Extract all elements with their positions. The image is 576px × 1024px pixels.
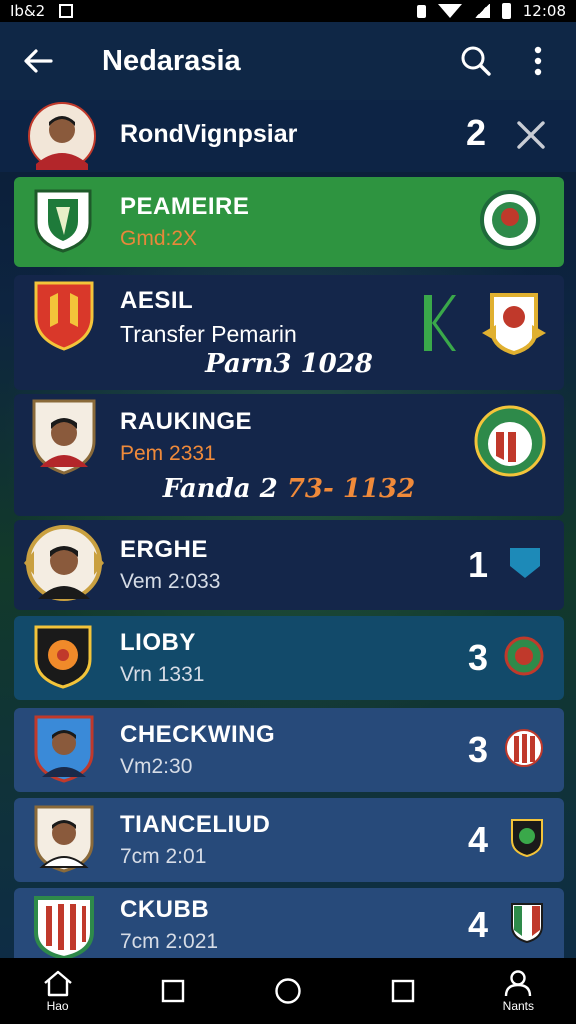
list-item[interactable]: CHECKWING Vm2:30 3 — [14, 708, 564, 792]
nav-overview-button[interactable] — [363, 979, 443, 1003]
app-bar: Nedarasia — [0, 22, 576, 100]
list-item-name: LIOBY — [120, 629, 196, 656]
header-player-row[interactable]: RondVignpsiar 2 — [0, 100, 576, 172]
signal-icon — [473, 4, 490, 18]
list-item-name: TIANCELIUD — [120, 811, 271, 838]
list-item-name: CHECKWING — [120, 721, 276, 748]
home-icon — [43, 970, 72, 997]
player-avatar — [34, 803, 94, 877]
club-crest — [34, 623, 92, 693]
list-item[interactable]: LIOBY Vrn 1331 3 — [14, 616, 564, 700]
list-item-name: CKUBB — [120, 896, 210, 923]
list-item-text: AESIL Transfer Pemarin — [120, 287, 297, 348]
list-item-count: 3 — [467, 729, 488, 770]
list-item-text: RAUKINGE Pem 2331 — [120, 408, 252, 466]
header-player-count: 2 — [466, 112, 487, 153]
nav-profile[interactable]: Nants — [478, 969, 558, 1013]
search-button[interactable] — [456, 41, 496, 81]
list-item-subtitle: Gmd:2X — [120, 227, 198, 250]
list-item-count: 1 — [467, 544, 488, 585]
wifi-icon — [437, 4, 462, 18]
list-item[interactable]: AESIL Transfer Pemarin Parn3 1028 — [14, 275, 564, 390]
list-item-count: 4 — [467, 904, 488, 945]
club-badge-k — [422, 293, 456, 357]
notification-icon — [59, 4, 74, 18]
club-badge — [504, 636, 544, 680]
nav-recents-button[interactable] — [133, 979, 213, 1003]
list-item-name: ERGHE — [120, 536, 208, 563]
list-item-count: 4 — [467, 819, 488, 860]
list-item-subtitle: 7cm 2:01 — [120, 845, 207, 868]
club-badge — [482, 289, 546, 359]
nav-home-label: Hao — [46, 999, 69, 1013]
nav-profile-label: Nants — [502, 999, 535, 1013]
close-button[interactable] — [514, 118, 548, 156]
page-title: Nedarasia — [102, 44, 241, 77]
list-item[interactable]: PEAMEIRE Gmd:2X — [14, 177, 564, 267]
club-badge — [474, 404, 546, 482]
search-icon — [461, 46, 491, 76]
list-item-text: CHECKWING Vm2:30 — [120, 721, 275, 779]
header-player-name: RondVignpsiar — [120, 120, 298, 148]
list-item-name: RAUKINGE — [120, 408, 253, 435]
club-crest — [34, 279, 94, 355]
list-item-text: TIANCELIUD 7cm 2:01 — [120, 811, 270, 869]
list-item[interactable]: TIANCELIUD 7cm 2:01 4 — [14, 798, 564, 882]
player-avatar — [24, 523, 104, 607]
nav-home-button[interactable] — [248, 977, 328, 1005]
list-item-subtitle: Vm2:30 — [120, 755, 193, 778]
close-icon — [517, 121, 545, 149]
club-badge — [508, 546, 542, 584]
status-left-text: Ib&2 — [10, 2, 46, 20]
club-badge — [480, 190, 540, 254]
list-item-text: PEAMEIRE Gmd:2X — [120, 193, 249, 251]
list-item-count: 3 — [467, 637, 488, 678]
back-button[interactable] — [18, 41, 58, 81]
status-time: 12:08 — [522, 2, 566, 20]
list-item[interactable]: ERGHE Vem 2:033 1 — [14, 520, 564, 610]
battery-icon — [501, 3, 511, 19]
list-item-subtitle: Transfer Pemarin — [120, 321, 297, 347]
list-item-subtitle: Vrn 1331 — [120, 663, 205, 686]
more-options-button[interactable] — [518, 41, 558, 81]
club-badge — [510, 818, 544, 862]
list-item-name: AESIL — [120, 287, 194, 314]
list-item-name: PEAMEIRE — [120, 193, 250, 220]
player-avatar — [28, 102, 96, 174]
club-crest — [34, 894, 94, 964]
club-crest — [34, 187, 92, 257]
square-icon — [391, 979, 415, 1003]
list-item-text: LIOBY Vrn 1331 — [120, 629, 204, 687]
square-icon — [161, 979, 184, 1003]
bottom-navigation-bar: Hao Nants — [0, 958, 576, 1024]
list-item-subtitle: 7cm 2:021 — [120, 930, 219, 953]
nav-home[interactable]: Hao — [18, 969, 98, 1013]
club-badge — [504, 728, 544, 772]
circle-icon — [275, 978, 301, 1004]
player-avatar — [34, 713, 94, 787]
profile-icon — [505, 970, 532, 997]
list-item-text: CKUBB 7cm 2:021 — [120, 896, 218, 954]
player-avatar — [32, 397, 96, 479]
list-item-text: ERGHE Vem 2:033 — [120, 536, 220, 594]
club-badge — [510, 902, 544, 948]
list-item[interactable]: RAUKINGE Pem 2331 Fanda 2 73- 1132 — [14, 394, 564, 516]
list-item-subtitle: Vem 2:033 — [120, 570, 221, 593]
list-item[interactable]: CKUBB 7cm 2:021 4 — [14, 888, 564, 962]
back-arrow-icon — [24, 49, 53, 73]
status-bar: Ib&2 12:08 — [0, 0, 576, 22]
more-vertical-icon — [534, 46, 542, 76]
lock-icon — [416, 4, 426, 18]
list-item-subtitle: Pem 2331 — [120, 442, 216, 465]
